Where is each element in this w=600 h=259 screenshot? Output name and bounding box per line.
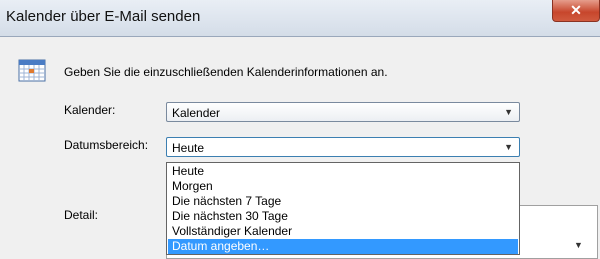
- detail-label: Detail:: [64, 208, 99, 222]
- date-range-select-value: Heute: [172, 141, 205, 155]
- dropdown-option-today[interactable]: Heute: [168, 164, 518, 179]
- chevron-down-icon: ▼: [504, 107, 513, 117]
- dropdown-option-next-7-days[interactable]: Die nächsten 7 Tage: [168, 194, 518, 209]
- date-range-label: Datumsbereich:: [64, 138, 149, 152]
- chevron-down-icon[interactable]: ▼: [574, 240, 583, 250]
- calendar-label: Kalender:: [64, 103, 116, 117]
- chevron-down-icon: ▼: [504, 142, 513, 152]
- date-range-dropdown-list: Heute Morgen Die nächsten 7 Tage Die näc…: [166, 162, 520, 255]
- dropdown-option-specify-date[interactable]: Datum angeben…: [168, 239, 518, 254]
- instruction-text: Geben Sie die einzuschließenden Kalender…: [64, 65, 388, 79]
- date-range-select[interactable]: Heute ▼: [166, 137, 520, 157]
- calendar-icon: [18, 59, 46, 82]
- dropdown-option-next-30-days[interactable]: Die nächsten 30 Tage: [168, 209, 518, 224]
- close-icon: ✕: [570, 2, 582, 18]
- title-bar: Kalender über E-Mail senden ✕: [0, 0, 600, 37]
- close-button[interactable]: ✕: [552, 0, 600, 22]
- dropdown-option-full-calendar[interactable]: Vollständiger Kalender: [168, 224, 518, 239]
- calendar-select-value: Kalender: [172, 106, 221, 120]
- dropdown-option-tomorrow[interactable]: Morgen: [168, 179, 518, 194]
- calendar-select[interactable]: Kalender ▼: [166, 102, 520, 122]
- window-title: Kalender über E-Mail senden: [6, 8, 201, 25]
